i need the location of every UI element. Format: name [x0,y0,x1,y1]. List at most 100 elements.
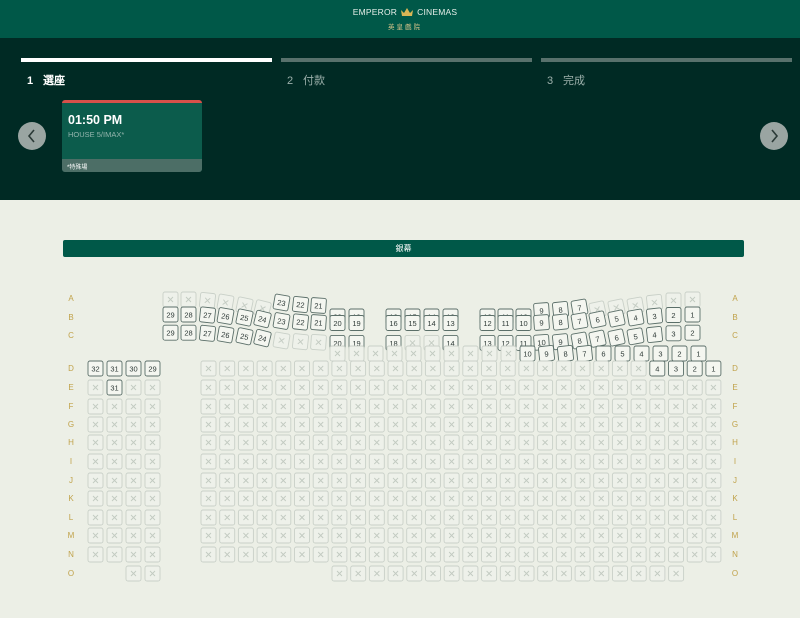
seat-b-9[interactable]: 9 [533,314,550,331]
seat-d-l0[interactable]: 32 [87,360,104,377]
seat-c-4[interactable]: 4 [646,326,663,343]
seat-e-l2 [125,379,142,396]
seat-c2-1[interactable]: 1 [690,345,707,362]
seat-b-19[interactable]: 19 [348,315,365,331]
seat-c-27[interactable]: 27 [199,324,216,342]
seat-c2-4[interactable]: 4 [633,345,650,362]
seat-c-25[interactable]: 25 [235,327,254,346]
seat-g-c7 [331,416,348,433]
seat-c2-7[interactable]: 7 [576,345,593,362]
svg-text:29: 29 [166,311,174,320]
seat-b-3[interactable]: 3 [646,307,663,325]
seat-c2-10[interactable]: 10 [519,345,536,362]
seat-b-21[interactable]: 21 [310,314,327,331]
seat-f-c4 [275,398,292,415]
seat-j-c22 [611,472,628,489]
seat-e-l1[interactable]: 31 [106,379,123,396]
seat-d-c27[interactable]: 1 [705,360,722,377]
seat-d-c25[interactable]: 3 [668,360,684,377]
seat-b-29[interactable]: 29 [162,306,179,323]
seat-d-c24[interactable]: 4 [649,360,666,377]
svg-text:14: 14 [427,319,435,328]
seat-d-l1[interactable]: 31 [106,360,123,377]
seat-b-12[interactable]: 12 [479,315,496,331]
seat-k-c9 [368,490,385,507]
seat-c2-2[interactable]: 2 [671,345,688,362]
seat-b-25[interactable]: 25 [235,308,254,327]
seat-e-c7 [331,379,348,396]
seat-b-16[interactable]: 16 [385,315,402,331]
seat-l-c5 [294,509,310,526]
svg-text:15: 15 [408,319,416,328]
seat-d-l3[interactable]: 29 [144,360,161,377]
row-label-b-left: B [68,313,73,322]
seat-f-l2 [125,398,142,415]
seat-l-c24 [649,509,666,526]
seat-b-20[interactable]: 20 [329,315,346,331]
seat-k-c25 [668,490,684,507]
svg-text:29: 29 [166,329,174,338]
seat-b-15[interactable]: 15 [404,315,421,331]
seat-b-10[interactable]: 10 [515,315,532,331]
seat-b-8[interactable]: 8 [552,313,569,331]
seat-g-c1 [219,416,236,433]
row-label-k-left: K [68,494,74,503]
seat-c-3[interactable]: 3 [665,325,682,342]
seat-c-5[interactable]: 5 [626,327,645,346]
seat-c-24[interactable]: 24 [253,328,272,348]
seat-a-23[interactable]: 23 [272,293,291,312]
seat-c2-6[interactable]: 6 [595,345,612,362]
seat-i-c3 [256,453,273,470]
seat-b-6[interactable]: 6 [588,310,607,329]
seat-k-c15 [481,490,497,507]
seat-b-1[interactable]: 1 [684,306,701,323]
seat-g-c14 [462,416,479,433]
seat-c2-5[interactable]: 5 [614,345,631,362]
seat-j-c26 [686,472,703,489]
seat-d-l2[interactable]: 30 [125,360,142,377]
seat-c2-x7 [462,345,479,362]
seat-b-11[interactable]: 11 [497,315,514,331]
seat-g-l2 [125,416,142,433]
row-label-c-left: C [68,331,74,340]
seat-k-c26 [686,490,703,507]
seat-h-c9 [368,434,385,451]
seat-a-x2 [199,292,216,309]
seat-h-c8 [350,434,367,451]
seat-c-6[interactable]: 6 [607,328,626,347]
seat-e-c18 [537,379,554,396]
seat-b-4[interactable]: 4 [626,308,645,327]
seat-h-c21 [593,434,610,451]
seat-b-13[interactable]: 13 [442,315,459,331]
seat-c-26[interactable]: 26 [216,325,235,344]
seat-c-28[interactable]: 28 [180,324,197,341]
seat-c2-9[interactable]: 9 [538,345,555,362]
seat-d-c18 [537,360,554,377]
seat-c2-3[interactable]: 3 [652,345,669,362]
seat-b-14[interactable]: 14 [423,315,440,331]
seat-b-23[interactable]: 23 [272,312,291,330]
seat-c-29[interactable]: 29 [162,324,179,341]
seat-h-l3 [144,434,161,451]
seat-d-c17 [518,360,535,377]
seat-c-2[interactable]: 2 [684,324,701,341]
seat-o-c5 [425,565,441,582]
seat-b-28[interactable]: 28 [180,306,197,323]
svg-text:2: 2 [677,350,681,359]
seat-b-26[interactable]: 26 [216,307,235,325]
seat-e-c25 [668,379,684,396]
seat-d-c26[interactable]: 2 [686,360,703,377]
seat-b-2[interactable]: 2 [665,307,682,323]
seat-c-7[interactable]: 7 [588,329,607,348]
seat-b-7[interactable]: 7 [570,312,589,330]
seat-a-22[interactable]: 22 [292,296,309,313]
seat-b-22[interactable]: 22 [292,313,309,331]
seat-c2-8[interactable]: 8 [557,345,574,362]
seat-a-21[interactable]: 21 [310,297,327,314]
seat-i-c17 [518,453,535,470]
svg-text:21: 21 [314,301,323,311]
seat-b-27[interactable]: 27 [199,306,216,324]
seat-b-24[interactable]: 24 [253,309,272,329]
seat-b-5[interactable]: 5 [607,309,626,328]
seat-o-c14 [593,565,610,582]
